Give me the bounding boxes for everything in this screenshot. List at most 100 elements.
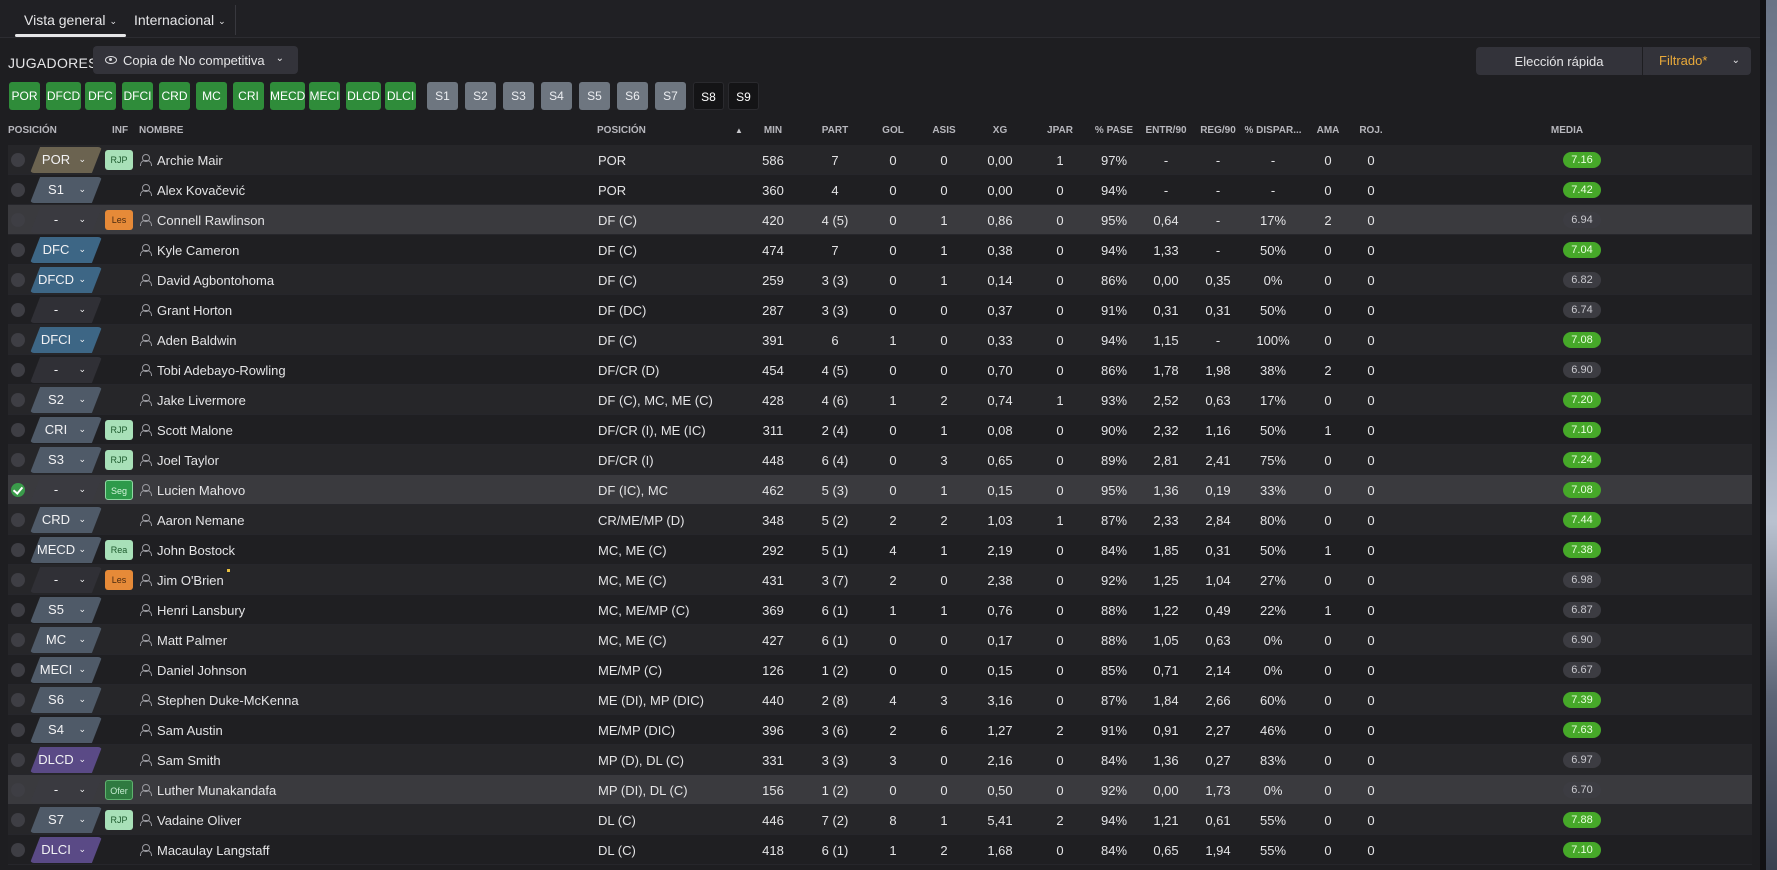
chip-dlcd[interactable]: DLCD <box>346 82 381 110</box>
row-check-icon[interactable] <box>11 633 25 647</box>
player-name-link[interactable]: Joel Taylor <box>157 453 219 468</box>
col-posicion-detail[interactable]: POSICIÓN <box>597 125 646 136</box>
position-slot-dropdown[interactable]: - ⌄ <box>30 777 102 803</box>
player-name-link[interactable]: Macaulay Langstaff <box>157 843 270 858</box>
table-row[interactable]: - ⌄ Les Connell Rawlinson DF (C) 420 4 (5) 0 1 0,… <box>8 205 1752 235</box>
row-check-icon[interactable] <box>11 693 25 707</box>
table-row[interactable]: DFCD ⌄ David Agbontohoma DF (C) 259 3 (3) 0 1 0,… <box>8 265 1752 295</box>
player-name-link[interactable]: Daniel Johnson <box>157 663 247 678</box>
row-check-icon[interactable] <box>11 723 25 737</box>
player-name-link[interactable]: Stephen Duke-McKenna <box>157 693 299 708</box>
chip-dfc[interactable]: DFC <box>85 82 116 110</box>
info-badge[interactable]: RJP <box>105 150 133 170</box>
table-row[interactable]: DFCI ⌄ Aden Baldwin DF (C) 391 6 1 0 0,33 0 94% 1,1… <box>8 325 1752 355</box>
view-select-dropdown[interactable]: Copia de No competitiva ⌄ <box>93 46 298 74</box>
col-xg[interactable]: XG <box>993 125 1007 136</box>
row-check-icon[interactable] <box>11 183 25 197</box>
chip-dfci[interactable]: DFCI <box>122 82 153 110</box>
col-nombre[interactable]: NOMBRE <box>139 125 183 136</box>
table-row[interactable]: DLCD ⌄ Sam Smith MP (D), DL (C) 331 3 (3) 3 0 2,… <box>8 745 1752 775</box>
chip-s1[interactable]: S1 <box>427 82 458 110</box>
col-posicion[interactable]: POSICIÓN <box>8 125 57 136</box>
row-check-icon[interactable] <box>11 573 25 587</box>
row-check-icon[interactable] <box>11 513 25 527</box>
player-name-link[interactable]: Henri Lansbury <box>157 603 245 618</box>
table-row[interactable]: - ⌄ Seg Lucien Mahovo DF (IC), MC 462 5 (3) 0 1 0… <box>8 475 1752 505</box>
position-slot-dropdown[interactable]: - ⌄ <box>30 477 102 503</box>
info-badge[interactable]: Les <box>105 570 133 590</box>
player-name-link[interactable]: John Bostock <box>157 543 235 558</box>
tab-vista-general[interactable]: Vista general ⌄ <box>14 12 127 37</box>
position-slot-dropdown[interactable]: CRD ⌄ <box>30 507 102 533</box>
row-check-icon[interactable] <box>11 783 25 797</box>
position-slot-dropdown[interactable]: MC ⌄ <box>30 627 102 653</box>
player-name-link[interactable]: Vadaine Oliver <box>157 813 241 828</box>
chip-s3[interactable]: S3 <box>503 82 534 110</box>
col-gol[interactable]: GOL <box>882 125 904 136</box>
row-check-icon[interactable] <box>11 153 25 167</box>
player-name-link[interactable]: Jim O'Brien <box>157 573 224 588</box>
row-check-icon[interactable] <box>11 273 25 287</box>
chip-dfcd[interactable]: DFCD <box>46 82 81 110</box>
row-check-icon[interactable] <box>11 483 25 497</box>
row-check-icon[interactable] <box>11 363 25 377</box>
col-media[interactable]: MEDIA <box>1551 125 1583 136</box>
row-check-icon[interactable] <box>11 843 25 857</box>
col-roj[interactable]: ROJ. <box>1359 125 1382 136</box>
table-row[interactable]: CRI ⌄ RJP Scott Malone DF/CR (I), ME (IC) 311… <box>8 415 1752 445</box>
player-name-link[interactable]: Grant Horton <box>157 303 232 318</box>
position-slot-dropdown[interactable]: MECD ⌄ <box>30 537 102 563</box>
chip-s2[interactable]: S2 <box>465 82 496 110</box>
player-name-link[interactable]: Jake Livermore <box>157 393 246 408</box>
position-slot-dropdown[interactable]: S4 ⌄ <box>30 717 102 743</box>
chip-mecd[interactable]: MECD <box>270 82 305 110</box>
table-row[interactable]: S7 ⌄ RJP Vadaine Oliver DL (C) 446 7 (2) 8 1 5,41… <box>8 805 1752 835</box>
position-slot-dropdown[interactable]: DFCD ⌄ <box>30 267 102 293</box>
position-slot-dropdown[interactable]: DLCI ⌄ <box>30 837 102 863</box>
player-name-link[interactable]: Sam Smith <box>157 753 221 768</box>
position-slot-dropdown[interactable]: POR ⌄ <box>30 147 102 173</box>
row-check-icon[interactable] <box>11 453 25 467</box>
position-slot-dropdown[interactable]: S3 ⌄ <box>30 447 102 473</box>
info-badge[interactable]: Les <box>105 210 133 230</box>
chip-s8[interactable]: S8 <box>693 82 724 110</box>
info-badge[interactable]: RJP <box>105 420 133 440</box>
chip-crd[interactable]: CRD <box>159 82 190 110</box>
table-row[interactable]: MECD ⌄ Rea John Bostock MC, ME (C) 292 5 (1) 4 1… <box>8 535 1752 565</box>
position-slot-dropdown[interactable]: S7 ⌄ <box>30 807 102 833</box>
col-min[interactable]: MIN <box>764 125 782 136</box>
chip-meci[interactable]: MECI <box>309 82 340 110</box>
player-name-link[interactable]: Aden Baldwin <box>157 333 237 348</box>
table-row[interactable]: DLCI ⌄ Macaulay Langstaff DL (C) 418 6 (1) 1 2 1… <box>8 835 1752 865</box>
filter-button[interactable]: Filtrado* ⌄ <box>1648 47 1751 75</box>
player-name-link[interactable]: David Agbontohoma <box>157 273 274 288</box>
player-name-link[interactable]: Scott Malone <box>157 423 233 438</box>
table-row[interactable]: POR ⌄ RJP Archie Mair POR 586 7 0 0 0,00 1 97% - - - 0 0… <box>8 145 1752 175</box>
player-name-link[interactable]: Matt Palmer <box>157 633 227 648</box>
position-slot-dropdown[interactable]: CRI ⌄ <box>30 417 102 443</box>
position-slot-dropdown[interactable]: S2 ⌄ <box>30 387 102 413</box>
table-row[interactable]: - ⌄ Tobi Adebayo-Rowling DF/CR (D) 454 4 (5) 0… <box>8 355 1752 385</box>
col-entr[interactable]: ENTR/90 <box>1145 125 1186 136</box>
table-row[interactable]: S5 ⌄ Henri Lansbury MC, ME/MP (C) 369 6 (1) 1 1… <box>8 595 1752 625</box>
chip-s9[interactable]: S9 <box>728 82 759 110</box>
table-row[interactable]: S2 ⌄ Jake Livermore DF (C), MC, ME (C) 428 4 … <box>8 385 1752 415</box>
table-row[interactable]: S6 ⌄ Stephen Duke-McKenna ME (DI), MP (DIC)… <box>8 685 1752 715</box>
chip-s5[interactable]: S5 <box>579 82 610 110</box>
row-check-icon[interactable] <box>11 393 25 407</box>
position-slot-dropdown[interactable]: - ⌄ <box>30 207 102 233</box>
player-name-link[interactable]: Kyle Cameron <box>157 243 239 258</box>
col-inf[interactable]: INF <box>112 125 128 136</box>
table-row[interactable]: MECI ⌄ Daniel Johnson ME/MP (C) 126 1 (2) 0 0 0,… <box>8 655 1752 685</box>
position-slot-dropdown[interactable]: MECI ⌄ <box>30 657 102 683</box>
row-check-icon[interactable] <box>11 663 25 677</box>
player-name-link[interactable]: Lucien Mahovo <box>157 483 245 498</box>
position-slot-dropdown[interactable]: - ⌄ <box>30 357 102 383</box>
row-check-icon[interactable] <box>11 543 25 557</box>
info-badge[interactable]: Rea <box>105 540 133 560</box>
col-jpar[interactable]: JPAR <box>1047 125 1073 136</box>
tab-internacional[interactable]: Internacional ⌄ <box>134 12 226 28</box>
info-badge[interactable]: Ofer <box>105 780 133 800</box>
chip-s6[interactable]: S6 <box>617 82 648 110</box>
col-dispar[interactable]: % DISPAR... <box>1244 125 1301 136</box>
